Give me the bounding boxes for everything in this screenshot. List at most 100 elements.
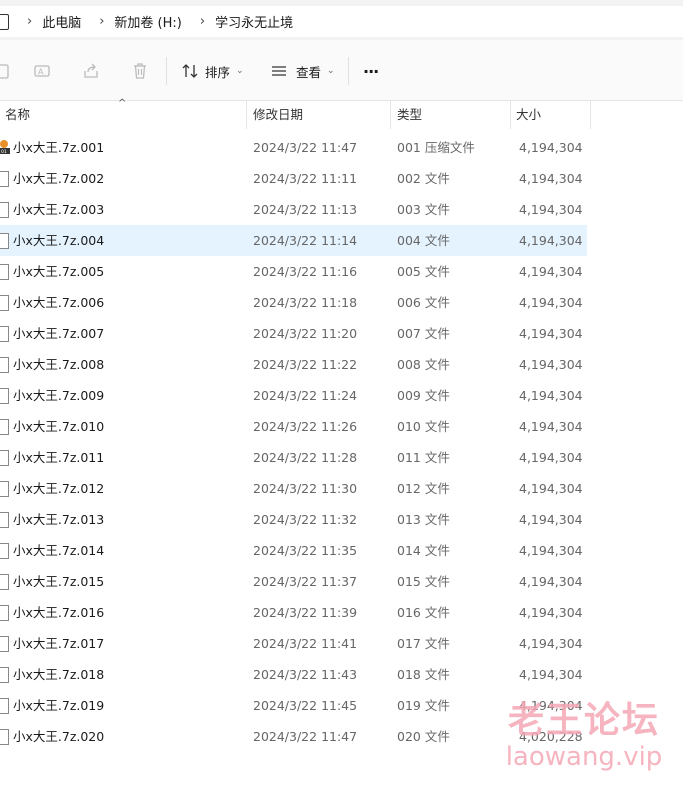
file-type: 017 文件 — [397, 636, 450, 651]
column-header-name[interactable]: 名称 — [5, 101, 30, 129]
column-separator[interactable] — [510, 101, 511, 129]
breadcrumb-drive[interactable]: 新加卷 (H:) — [114, 12, 195, 31]
column-header-type[interactable]: 类型 — [397, 101, 422, 129]
view-button[interactable]: 查看 ⌄ — [270, 60, 335, 82]
breadcrumb[interactable]: › 此电脑 › 新加卷 (H:) › 学习永无止境 — [0, 6, 683, 37]
file-date: 2024/3/22 11:26 — [253, 419, 358, 434]
file-size: 4,194,304 KB — [519, 326, 585, 341]
file-size: 4,194,304 KB — [519, 388, 585, 403]
file-name: 小x大王.7z.005 — [13, 264, 105, 279]
file-row[interactable]: 小x大王.7z.007 2024/3/22 11:20 007 文件 4,194,30… — [0, 318, 587, 349]
column-headers: ^ 名称 修改日期 类型 大小 — [0, 98, 683, 129]
file-name: 小x大王.7z.009 — [13, 388, 105, 403]
file-type: 010 文件 — [397, 419, 450, 434]
file-size: 4,194,304 KB — [519, 698, 585, 713]
file-size: 4,194,304 KB — [519, 295, 585, 310]
file-icon — [0, 543, 9, 559]
column-separator[interactable] — [246, 101, 247, 129]
file-date: 2024/3/22 11:16 — [253, 264, 358, 279]
file-name: 小x大王.7z.020 — [13, 729, 105, 744]
chevron-down-icon: ⌄ — [236, 66, 244, 76]
file-icon — [0, 605, 9, 621]
file-type: 014 文件 — [397, 543, 450, 558]
file-type: 015 文件 — [397, 574, 450, 589]
file-size: 4,194,304 KB — [519, 419, 585, 434]
file-row[interactable]: 小x大王.7z.010 2024/3/22 11:26 010 文件 4,194,30… — [0, 411, 587, 442]
file-date: 2024/3/22 11:41 — [253, 636, 358, 651]
file-size: 4,194,304 KB — [519, 264, 585, 279]
file-row[interactable]: 小x大王.7z.005 2024/3/22 11:16 005 文件 4,194,30… — [0, 256, 587, 287]
file-icon — [0, 698, 9, 714]
file-type: 002 文件 — [397, 171, 450, 186]
file-row[interactable]: 小x大王.7z.003 2024/3/22 11:13 003 文件 4,194,30… — [0, 194, 587, 225]
column-separator[interactable] — [390, 101, 391, 129]
file-row[interactable]: 小x大王.7z.018 2024/3/22 11:43 018 文件 4,194,30… — [0, 659, 587, 690]
more-options-button[interactable]: ··· — [363, 60, 379, 82]
file-date: 2024/3/22 11:30 — [253, 481, 358, 496]
file-type: 006 文件 — [397, 295, 450, 310]
delete-icon[interactable] — [131, 62, 149, 80]
file-type: 001 压缩文件 — [397, 140, 475, 155]
file-size: 4,194,304 KB — [519, 605, 585, 620]
file-row[interactable]: 小x大王.7z.004 2024/3/22 11:14 004 文件 4,194,30… — [0, 225, 587, 256]
file-row[interactable]: 小x大王.7z.009 2024/3/22 11:24 009 文件 4,194,30… — [0, 380, 587, 411]
file-icon — [0, 357, 9, 373]
view-icon — [272, 66, 286, 76]
command-bar: A 排序 ⌄ 查看 ⌄ ··· — [0, 40, 683, 101]
column-separator[interactable] — [590, 101, 591, 129]
file-row[interactable]: 小x大王.7z.008 2024/3/22 11:22 008 文件 4,194,30… — [0, 349, 587, 380]
file-icon — [0, 729, 9, 745]
share-icon[interactable] — [82, 62, 100, 80]
file-row[interactable]: 01 小x大王.7z.001 2024/3/22 11:47 001 压缩文件 4,19… — [0, 132, 587, 163]
file-size: 4,194,304 KB — [519, 636, 585, 651]
file-icon — [0, 233, 9, 249]
file-row[interactable]: 小x大王.7z.013 2024/3/22 11:32 013 文件 4,194,30… — [0, 504, 587, 535]
file-icon — [0, 295, 9, 311]
file-row[interactable]: 小x大王.7z.006 2024/3/22 11:18 006 文件 4,194,30… — [0, 287, 587, 318]
breadcrumb-current-folder[interactable]: 学习永无止境 — [215, 12, 307, 31]
file-row[interactable]: 小x大王.7z.011 2024/3/22 11:28 011 文件 4,194,30… — [0, 442, 587, 473]
file-row[interactable]: 小x大王.7z.002 2024/3/22 11:11 002 文件 4,194,30… — [0, 163, 587, 194]
file-name: 小x大王.7z.019 — [13, 698, 105, 713]
file-type: 009 文件 — [397, 388, 450, 403]
rename-icon[interactable]: A — [33, 62, 51, 80]
breadcrumb-this-pc[interactable]: 此电脑 — [42, 12, 95, 31]
file-type: 007 文件 — [397, 326, 450, 341]
file-date: 2024/3/22 11:13 — [253, 202, 358, 217]
sort-label: 排序 — [205, 64, 231, 80]
file-row[interactable]: 小x大王.7z.012 2024/3/22 11:30 012 文件 4,194,30… — [0, 473, 587, 504]
file-row[interactable]: 小x大王.7z.015 2024/3/22 11:37 015 文件 4,194,30… — [0, 566, 587, 597]
sort-ascending-icon: ^ — [118, 98, 127, 109]
file-name: 小x大王.7z.012 — [13, 481, 105, 496]
file-size: 4,194,304 KB — [519, 543, 585, 558]
file-row[interactable]: 小x大王.7z.019 2024/3/22 11:45 019 文件 4,194,30… — [0, 690, 587, 721]
file-size: 4,194,304 KB — [519, 450, 585, 465]
file-date: 2024/3/22 11:47 — [253, 729, 358, 744]
sort-button[interactable]: 排序 ⌄ — [181, 60, 244, 82]
file-row[interactable]: 小x大王.7z.014 2024/3/22 11:35 014 文件 4,194,30… — [0, 535, 587, 566]
file-name: 小x大王.7z.006 — [13, 295, 105, 310]
file-row[interactable]: 小x大王.7z.020 2024/3/22 11:47 020 文件 4,020,22… — [0, 721, 587, 752]
file-icon — [0, 326, 9, 342]
file-size: 4,194,304 KB — [519, 512, 585, 527]
file-row[interactable]: 小x大王.7z.016 2024/3/22 11:39 016 文件 4,194,30… — [0, 597, 587, 628]
file-name: 小x大王.7z.018 — [13, 667, 105, 682]
file-icon — [0, 264, 9, 280]
file-icon — [0, 574, 9, 590]
paste-icon[interactable] — [0, 62, 12, 80]
file-size: 4,194,304 KB — [519, 202, 585, 217]
file-icon — [0, 419, 9, 435]
file-row[interactable]: 小x大王.7z.017 2024/3/22 11:41 017 文件 4,194,30… — [0, 628, 587, 659]
file-type: 020 文件 — [397, 729, 450, 744]
column-header-date[interactable]: 修改日期 — [253, 101, 303, 129]
file-name: 小x大王.7z.010 — [13, 419, 105, 434]
chevron-right-icon: › — [199, 14, 206, 29]
file-list: 01 小x大王.7z.001 2024/3/22 11:47 001 压缩文件 4,19… — [0, 132, 683, 752]
sort-icon — [182, 64, 198, 78]
file-size: 4,194,304 KB — [519, 140, 585, 155]
view-label: 查看 — [296, 64, 322, 80]
address-bar: › 此电脑 › 新加卷 (H:) › 学习永无止境 — [0, 0, 683, 41]
folder-icon — [0, 13, 9, 30]
file-size: 4,194,304 KB — [519, 171, 585, 186]
column-header-size[interactable]: 大小 — [516, 101, 541, 129]
